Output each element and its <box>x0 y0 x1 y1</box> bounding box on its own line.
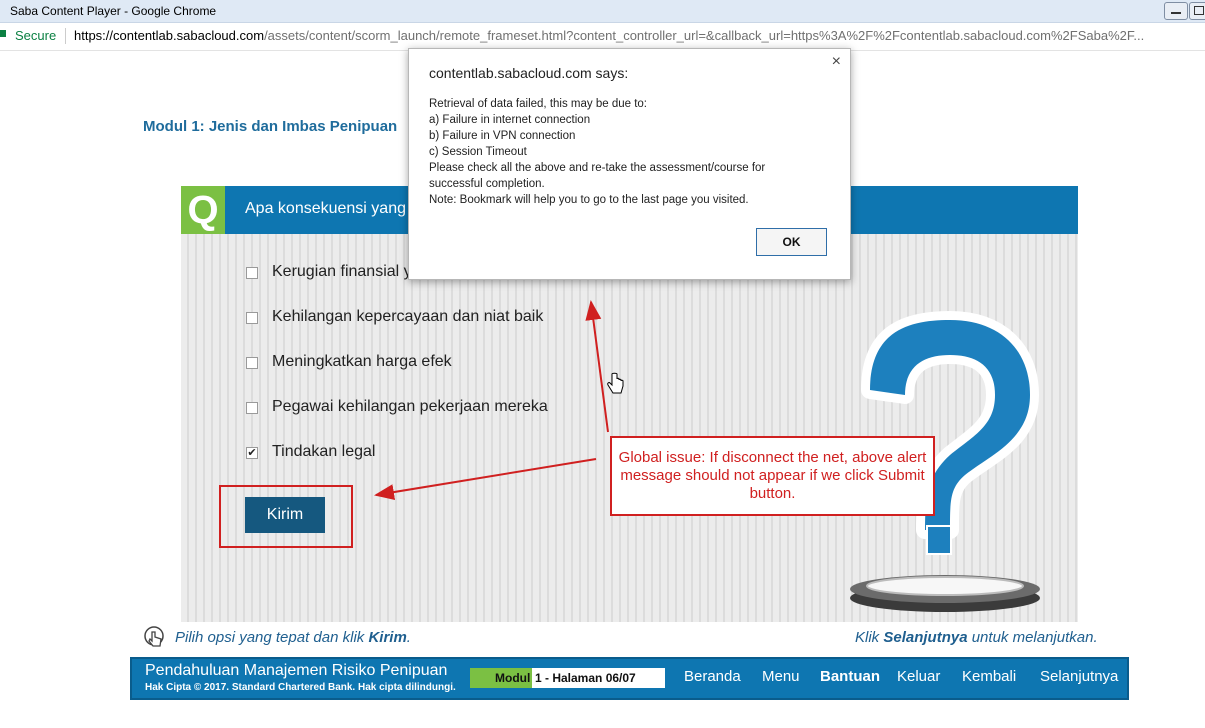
course-title: Pendahuluan Manajemen Risiko Penipuan <box>145 662 448 679</box>
progress-module-label: Modul <box>495 671 531 685</box>
hand-cursor-icon <box>607 372 624 394</box>
annotation-note: Global issue: If disconnect the net, abo… <box>610 436 935 516</box>
nav-beranda[interactable]: Beranda <box>684 668 741 685</box>
dialog-line: Retrieval of data failed, this may be du… <box>429 98 647 110</box>
progress-indicator: Modul 1 - Halaman 06/07 <box>470 668 665 688</box>
instruction-left-bold: Kirim <box>368 629 407 646</box>
instruction-right-suffix: untuk melanjutkan. <box>967 629 1098 646</box>
dialog-title: contentlab.sabacloud.com says: <box>429 65 629 81</box>
dialog-line: Please check all the above and re-take t… <box>429 162 766 174</box>
instruction-right-text: Klik <box>855 629 884 646</box>
dialog-message: Retrieval of data failed, this may be du… <box>429 96 829 208</box>
nav-bantuan[interactable]: Bantuan <box>820 668 880 685</box>
nav-selanjutnya[interactable]: Selanjutnya <box>1040 668 1118 685</box>
ok-button[interactable]: OK <box>756 228 827 256</box>
dialog-line: a) Failure in internet connection <box>429 114 591 126</box>
dialog-line: b) Failure in VPN connection <box>429 130 576 142</box>
nav-menu[interactable]: Menu <box>762 668 800 685</box>
dialog-line: successful completion. <box>429 178 545 190</box>
instruction-right-bold: Selanjutnya <box>883 629 968 646</box>
instruction-left-suffix: . <box>406 629 411 646</box>
close-icon[interactable]: × <box>832 53 841 71</box>
instruction-right: Klik Selanjutnya untuk melanjutkan. <box>855 629 1098 646</box>
dialog-line: Note: Bookmark will help you to go to th… <box>429 194 749 206</box>
tap-hand-icon <box>144 626 164 647</box>
copyright-text: Hak Cipta © 2017. Standard Chartered Ban… <box>145 682 456 693</box>
progress-page-label: 1 - Halaman 06/07 <box>535 671 636 685</box>
dialog-line: c) Session Timeout <box>429 146 527 158</box>
alert-dialog: × contentlab.sabacloud.com says: Retriev… <box>408 48 851 280</box>
instruction-left-text: Pilih opsi yang tepat dan klik <box>175 629 369 646</box>
nav-kembali[interactable]: Kembali <box>962 668 1016 685</box>
nav-keluar[interactable]: Keluar <box>897 668 940 685</box>
